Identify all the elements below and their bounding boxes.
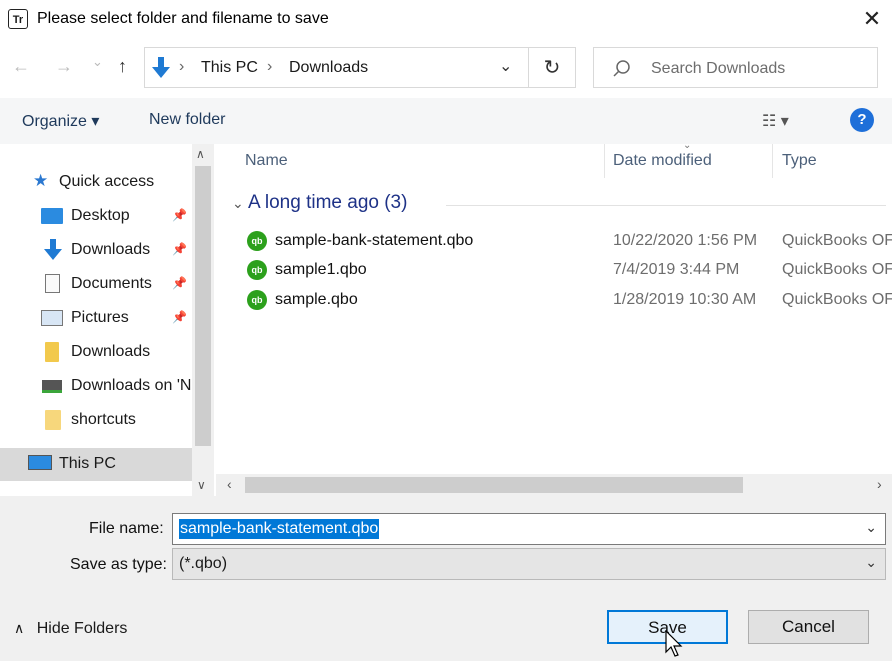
sidebar-item-desktop[interactable]: Desktop 📌 [0, 200, 192, 233]
horizontal-scrollbar-thumb[interactable] [245, 477, 743, 493]
sidebar-scrollbar-thumb[interactable] [195, 166, 211, 446]
file-row[interactable]: qb sample-bank-statement.qbo 10/22/2020 … [216, 228, 892, 257]
organize-button[interactable]: Organize ▾ [22, 111, 99, 131]
sidebar-item-network-downloads[interactable]: Downloads on 'N [0, 370, 192, 403]
chevron-down-icon: ⌄ [232, 195, 244, 211]
breadcrumb-this-pc[interactable]: This PC [201, 59, 258, 77]
sidebar-item-this-pc[interactable]: This PC [0, 448, 192, 481]
quickbooks-file-icon: qb [247, 260, 267, 280]
sort-indicator-icon: ⌄ [683, 140, 692, 151]
chevron-down-icon[interactable]: ⌄ [865, 519, 877, 536]
search-box[interactable]: Search Downloads [593, 47, 878, 88]
sidebar-item-downloads[interactable]: Downloads 📌 [0, 234, 192, 267]
app-icon: Tr [8, 9, 28, 29]
desktop-icon [41, 208, 63, 224]
downloads-location-icon [152, 57, 170, 78]
save-as-type-select[interactable]: (*.qbo) ⌄ [172, 548, 886, 580]
back-arrow-icon[interactable]: ← [12, 56, 30, 77]
column-divider[interactable] [772, 144, 773, 178]
sidebar-item-pictures[interactable]: Pictures 📌 [0, 302, 192, 335]
computer-icon [28, 455, 52, 470]
forward-arrow-icon[interactable]: → [55, 56, 73, 77]
refresh-button[interactable]: ↻ [529, 47, 576, 88]
sidebar-item-label: Documents [71, 275, 152, 292]
scroll-left-icon[interactable]: ‹ [227, 476, 232, 492]
sidebar-item-label: Desktop [71, 207, 130, 224]
file-date: 7/4/2019 3:44 PM [613, 261, 740, 278]
address-bar[interactable]: › This PC › Downloads ⌄ [144, 47, 529, 88]
sidebar-item-label: Quick access [59, 173, 155, 190]
folder-icon [45, 342, 59, 362]
file-name: sample-bank-statement.qbo [275, 232, 474, 249]
sidebar-item-documents[interactable]: Documents 📌 [0, 268, 192, 301]
cancel-button[interactable]: Cancel [748, 610, 869, 644]
document-icon [45, 274, 60, 293]
quickbooks-file-icon: qb [247, 290, 267, 310]
window-title: Please select folder and filename to sav… [37, 10, 329, 27]
sidebar-item-label: Downloads [71, 241, 151, 258]
file-name-label: File name: [89, 520, 164, 537]
file-row[interactable]: qb sample1.qbo 7/4/2019 3:44 PM QuickBoo… [216, 257, 892, 286]
address-dropdown-icon[interactable]: ⌄ [499, 56, 512, 76]
hide-folders-label: Hide Folders [36, 620, 128, 637]
download-arrow-icon [44, 239, 62, 260]
command-toolbar [0, 98, 892, 144]
column-header-name[interactable]: Name [245, 152, 288, 170]
folder-icon [45, 410, 61, 430]
file-date: 10/22/2020 1:56 PM [613, 232, 758, 249]
breadcrumb-downloads[interactable]: Downloads [289, 59, 368, 77]
view-options-icon[interactable]: ☷ ▾ [762, 111, 789, 131]
file-name: sample1.qbo [275, 261, 367, 278]
breadcrumb-separator-icon: › [267, 58, 273, 75]
breadcrumb-separator-icon: › [179, 58, 185, 75]
star-icon: ★ [33, 171, 49, 190]
quickbooks-file-icon: qb [247, 231, 267, 251]
save-as-type-value: (*.qbo) [179, 555, 228, 572]
column-header-date-modified[interactable]: Date modified [613, 152, 712, 170]
group-header[interactable]: ⌄ A long time ago (3) [232, 192, 407, 214]
sidebar-item-label: shortcuts [71, 411, 136, 428]
file-type: QuickBooks OFX [782, 232, 892, 249]
sidebar-item-downloads-folder[interactable]: Downloads [0, 336, 192, 369]
column-header-type[interactable]: Type [782, 152, 817, 170]
group-label: A long time ago (3) [247, 192, 408, 213]
scroll-down-icon[interactable]: ∨ [197, 478, 206, 492]
column-divider[interactable] [604, 144, 605, 178]
new-folder-button[interactable]: New folder [149, 111, 225, 129]
pin-icon: 📌 [172, 310, 187, 324]
chevron-down-icon: ⌄ [865, 554, 877, 570]
pin-icon: 📌 [172, 242, 187, 256]
sidebar-item-label: Pictures [71, 309, 129, 326]
search-placeholder: Search Downloads [651, 60, 786, 77]
save-as-type-label: Save as type: [70, 556, 167, 573]
file-name-value: sample-bank-statement.qbo [179, 519, 380, 539]
chevron-up-icon: ∧ [14, 620, 25, 636]
recent-locations-icon[interactable]: ⌄ [92, 54, 103, 70]
mouse-cursor-icon [665, 630, 683, 657]
file-name-input[interactable]: sample-bank-statement.qbo ⌄ [172, 513, 886, 545]
file-row[interactable]: qb sample.qbo 1/28/2019 10:30 AM QuickBo… [216, 287, 892, 316]
file-date: 1/28/2019 10:30 AM [613, 291, 757, 308]
file-type: QuickBooks OFX [782, 261, 892, 278]
sidebar-item-label: This PC [59, 455, 116, 472]
scroll-up-icon[interactable]: ∧ [196, 147, 205, 161]
pin-icon: 📌 [172, 208, 187, 222]
network-drive-icon [42, 380, 62, 393]
hide-folders-toggle[interactable]: ∧ Hide Folders [14, 620, 127, 638]
sidebar-item-label: Downloads [71, 343, 151, 360]
help-icon[interactable]: ? [850, 108, 874, 132]
sidebar-item-shortcuts[interactable]: shortcuts [0, 404, 192, 437]
sidebar-item-label: Downloads on 'N [71, 377, 191, 394]
close-icon[interactable]: ✕ [858, 6, 886, 32]
scroll-right-icon[interactable]: › [877, 476, 882, 492]
sidebar-item-quick-access[interactable]: ★ Quick access [0, 166, 192, 199]
up-arrow-icon[interactable]: ↑ [118, 56, 127, 77]
pictures-icon [41, 310, 63, 326]
file-type: QuickBooks OFX [782, 291, 892, 308]
group-divider [446, 205, 886, 206]
file-name: sample.qbo [275, 291, 358, 308]
search-icon [613, 60, 630, 77]
pin-icon: 📌 [172, 276, 187, 290]
